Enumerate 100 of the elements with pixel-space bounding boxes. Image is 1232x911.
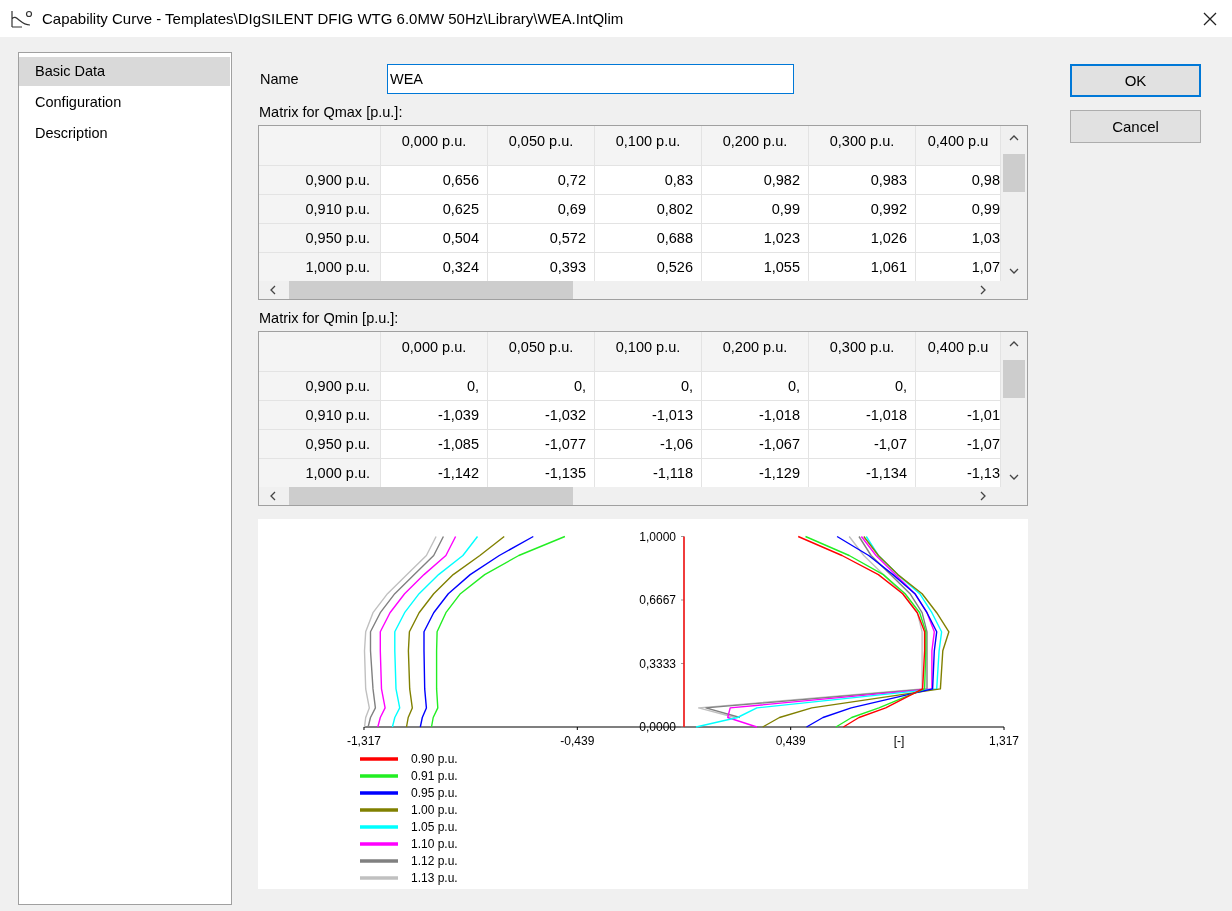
table-cell: 1,07 — [916, 253, 1000, 281]
table-cell: -1,13 — [916, 459, 1000, 487]
table-cell: 0, — [809, 372, 915, 400]
legend-label: 1.10 p.u. — [411, 837, 458, 851]
table-cell: -1,018 — [702, 401, 808, 429]
table-cell: -1,135 — [488, 459, 594, 487]
table-cell: -1,013 — [595, 401, 701, 429]
table-cell: 0,99 — [702, 195, 808, 223]
column-header: 0,400 p.u — [916, 126, 1000, 165]
column-header: 0,050 p.u. — [488, 332, 594, 371]
table-cell: -1,085 — [381, 430, 487, 458]
legend-label: 1.12 p.u. — [411, 854, 458, 868]
column-header: 0,200 p.u. — [702, 126, 808, 165]
row-header: 0,900 p.u. — [259, 166, 380, 194]
column-header: 0,300 p.u. — [809, 126, 915, 165]
table-cell: 1,055 — [702, 253, 808, 281]
legend-label: 0.95 p.u. — [411, 786, 458, 800]
column-header: 0,400 p.u — [916, 332, 1000, 371]
row-header: 1,000 p.u. — [259, 253, 380, 281]
table-cell: 1,026 — [809, 224, 915, 252]
column-header: 0,000 p.u. — [381, 126, 487, 165]
x-tick-label: -1,317 — [346, 734, 381, 748]
legend-label: 1.13 p.u. — [411, 871, 458, 885]
row-header: 0,910 p.u. — [259, 195, 380, 223]
table-cell: 0,802 — [595, 195, 701, 223]
table-cell: 1,03 — [916, 224, 1000, 252]
table-cell: 0, — [702, 372, 808, 400]
table-cell: 0, — [381, 372, 487, 400]
y-tick-label: 1,0000 — [639, 529, 676, 544]
column-header: 0,100 p.u. — [595, 332, 701, 371]
table-cell: 0,625 — [381, 195, 487, 223]
table-cell: -1,07 — [809, 430, 915, 458]
sidebar-item[interactable]: Description — [19, 119, 230, 148]
column-header: 0,300 p.u. — [809, 332, 915, 371]
table-cell: -1,07 — [916, 430, 1000, 458]
dialog-button[interactable]: Cancel — [1070, 110, 1201, 143]
table-cell: 1,023 — [702, 224, 808, 252]
legend-label: 1.05 p.u. — [411, 820, 458, 834]
table-cell: -1,06 — [595, 430, 701, 458]
y-tick-label: 0,6667 — [639, 593, 676, 607]
name-label: Name — [259, 71, 300, 87]
table-cell: 0,324 — [381, 253, 487, 281]
scroll-thumb[interactable] — [1003, 154, 1025, 192]
column-header: 0,050 p.u. — [488, 126, 594, 165]
x-tick-label: 1,317 — [989, 734, 1020, 748]
table-cell: -1,067 — [702, 430, 808, 458]
row-header: 0,950 p.u. — [259, 224, 380, 252]
table-cell: 0,83 — [595, 166, 701, 194]
column-header: 0,100 p.u. — [595, 126, 701, 165]
name-field[interactable]: WEA — [387, 64, 794, 94]
table-cell: 0,98 — [916, 166, 1000, 194]
table-cell: 0,69 — [488, 195, 594, 223]
table-cell: 0, — [488, 372, 594, 400]
scroll-thumb[interactable] — [289, 487, 573, 505]
table-title: Matrix for Qmin [p.u.]: — [258, 310, 400, 328]
row-header: 0,950 p.u. — [259, 430, 380, 458]
table-cell: 0,983 — [809, 166, 915, 194]
table-cell: 0,504 — [381, 224, 487, 252]
x-axis-label: [-] — [893, 734, 905, 748]
table-cell: 0,99 — [916, 195, 1000, 223]
table-cell: -1,142 — [381, 459, 487, 487]
table-cell: -1,032 — [488, 401, 594, 429]
table-cell: 0,656 — [381, 166, 487, 194]
table-cell: 0,72 — [488, 166, 594, 194]
legend-label: 0.90 p.u. — [411, 752, 458, 766]
row-header: 0,900 p.u. — [259, 372, 380, 400]
x-tick-label: 0,439 — [775, 734, 806, 748]
table-cell: -1,118 — [595, 459, 701, 487]
x-tick-label: -0,439 — [560, 734, 595, 748]
table-cell: -1,134 — [809, 459, 915, 487]
table-cell: 0,688 — [595, 224, 701, 252]
table-cell: 0,982 — [702, 166, 808, 194]
y-tick-label: 0,3333 — [639, 656, 676, 671]
table-cell: 0,526 — [595, 253, 701, 281]
table-cell: 0,393 — [488, 253, 594, 281]
scroll-thumb[interactable] — [1003, 360, 1025, 398]
column-header: 0,200 p.u. — [702, 332, 808, 371]
table-cell: 0,572 — [488, 224, 594, 252]
table-cell: -1,01 — [916, 401, 1000, 429]
row-header: 0,910 p.u. — [259, 401, 380, 429]
legend-label: 1.00 p.u. — [411, 803, 458, 817]
table-title: Matrix for Qmax [p.u.]: — [258, 104, 404, 122]
table-cell: -1,129 — [702, 459, 808, 487]
table-cell: 0, — [595, 372, 701, 400]
table-cell: -1,077 — [488, 430, 594, 458]
table-cell: -1,039 — [381, 401, 487, 429]
curve-icon — [10, 8, 34, 29]
window-title: Capability Curve - Templates\DIgSILENT DFIG WTG 6.0MW 50Hz\Library\WEA.IntQlim — [42, 10, 625, 27]
sidebar-item[interactable]: Basic Data — [19, 57, 230, 86]
table-cell: -1,018 — [809, 401, 915, 429]
row-header: 1,000 p.u. — [259, 459, 380, 487]
scroll-thumb[interactable] — [289, 281, 573, 299]
column-header: 0,000 p.u. — [381, 332, 487, 371]
table-cell: 0,992 — [809, 195, 915, 223]
sidebar-item[interactable]: Configuration — [19, 88, 230, 117]
close-icon[interactable] — [1202, 10, 1218, 27]
y-tick-label: 0,0000 — [639, 720, 676, 734]
legend-label: 0.91 p.u. — [411, 769, 458, 783]
table-cell: 1,061 — [809, 253, 915, 281]
dialog-button[interactable]: OK — [1070, 64, 1201, 97]
